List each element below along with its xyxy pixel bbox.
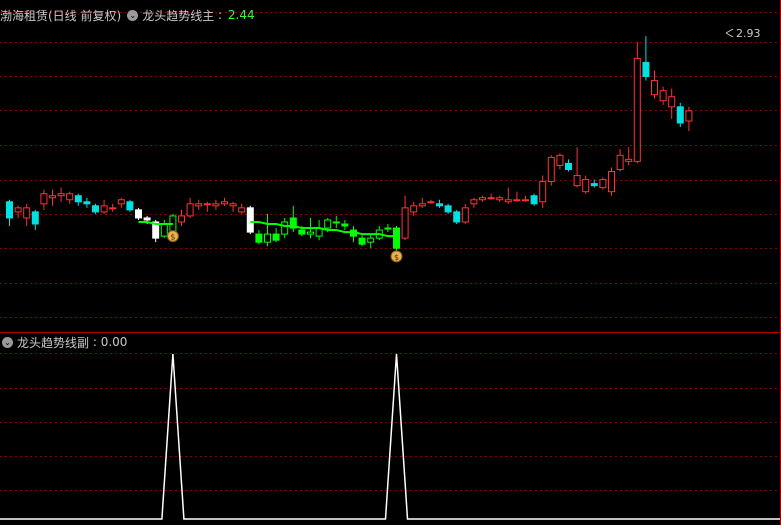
candle-body <box>203 203 211 206</box>
high-price-text: 2.93 <box>736 27 761 40</box>
candle-body <box>410 205 418 213</box>
trend-line <box>250 220 397 238</box>
candle-body <box>6 201 13 219</box>
candle-body <box>522 199 529 202</box>
candle-body <box>238 207 246 213</box>
candle-body <box>298 229 306 235</box>
candle-body <box>229 203 237 207</box>
main-pane-header: 渤海租赁(日线 前复权) ⌄ 龙头趋势线主 : 2.44 <box>0 6 255 24</box>
candle-body <box>135 209 142 219</box>
candle-body <box>427 201 435 204</box>
colon-separator: : <box>89 335 101 349</box>
candle-body <box>255 233 263 243</box>
money-bag-icon: $ <box>166 230 179 243</box>
candle-body <box>126 201 134 211</box>
candle-body <box>23 207 31 219</box>
sub-indicator-value: 0.00 <box>100 335 128 349</box>
candle-body <box>616 154 624 170</box>
candle-body <box>281 221 289 235</box>
candle-body <box>272 233 280 241</box>
candle-body <box>40 193 48 205</box>
candle-body <box>393 227 400 249</box>
candle-body <box>582 179 590 193</box>
svg-text:$: $ <box>170 233 175 242</box>
candle-body <box>573 175 581 187</box>
chevron-down-icon[interactable]: ⌄ <box>127 9 139 21</box>
candle-body <box>221 201 228 205</box>
stock-title: 渤海租赁(日线 前复权) <box>0 8 122 23</box>
candle-body <box>461 207 469 223</box>
candle-body <box>100 205 108 213</box>
candle-body <box>92 205 99 213</box>
candle-body <box>608 170 615 193</box>
candle-body <box>307 231 314 235</box>
candle-body <box>444 205 452 213</box>
candle-body <box>66 193 74 201</box>
candle-body <box>418 203 426 207</box>
money-bag-icon: $ <box>390 250 403 263</box>
sub-pane-header: ⌄ 龙头趋势线副 : 0.00 <box>2 333 127 351</box>
candle-body <box>513 199 521 202</box>
candle-body <box>479 197 486 201</box>
candle-body <box>565 162 572 170</box>
candle-body <box>504 199 512 203</box>
indicator-name: 龙头趋势线主 <box>142 8 215 23</box>
candle-body <box>246 207 254 233</box>
candle-body <box>57 193 65 197</box>
candle-body <box>530 195 538 205</box>
candle-body <box>358 237 366 245</box>
candle-body <box>160 223 168 237</box>
candle-body <box>195 203 203 207</box>
stock-chart[interactable]: $ $ 2.93 <box>0 0 781 525</box>
candle-body <box>590 183 598 187</box>
colon-separator: : <box>214 8 226 22</box>
candle-body <box>332 221 340 224</box>
candle-body <box>453 211 461 223</box>
candle-body <box>117 199 125 205</box>
candle-body <box>436 203 443 207</box>
candle-body <box>109 207 117 210</box>
candle-body <box>212 203 220 207</box>
candle-body <box>14 207 22 213</box>
candle-body <box>49 195 56 199</box>
candle-body <box>341 223 349 227</box>
candle-body <box>74 195 82 203</box>
candle-body <box>178 215 185 223</box>
svg-text:$: $ <box>394 253 399 262</box>
candle-body <box>487 197 495 200</box>
candle-body <box>470 199 478 205</box>
candle-body <box>143 217 151 221</box>
candle-body <box>556 154 564 166</box>
candle-body <box>401 207 409 239</box>
grid-lines <box>0 12 780 491</box>
candle-body <box>668 96 676 108</box>
sub-indicator-line <box>0 353 780 520</box>
candle-body <box>625 158 633 162</box>
candle-body <box>547 156 555 183</box>
candle-body <box>599 179 607 189</box>
indicator-value: 2.44 <box>227 8 255 22</box>
candle-body <box>685 110 693 122</box>
candle-body <box>642 61 650 78</box>
candle-body <box>633 57 641 162</box>
candle-body <box>367 237 375 243</box>
candle-body <box>384 227 392 230</box>
candle-body <box>496 197 504 201</box>
candle-body <box>264 233 271 243</box>
candle-body <box>676 106 684 124</box>
candle-body <box>651 80 658 96</box>
candlestick-series <box>6 36 693 251</box>
candle-body <box>31 211 39 225</box>
chevron-down-icon[interactable]: ⌄ <box>2 336 13 348</box>
sub-indicator-name: 龙头趋势线副 <box>17 335 90 350</box>
high-price-label: 2.93 <box>725 27 761 40</box>
candle-body <box>186 203 194 217</box>
candle-body <box>659 90 667 102</box>
candle-body <box>83 201 91 205</box>
candle-body <box>324 219 332 229</box>
candle-body <box>539 181 547 203</box>
